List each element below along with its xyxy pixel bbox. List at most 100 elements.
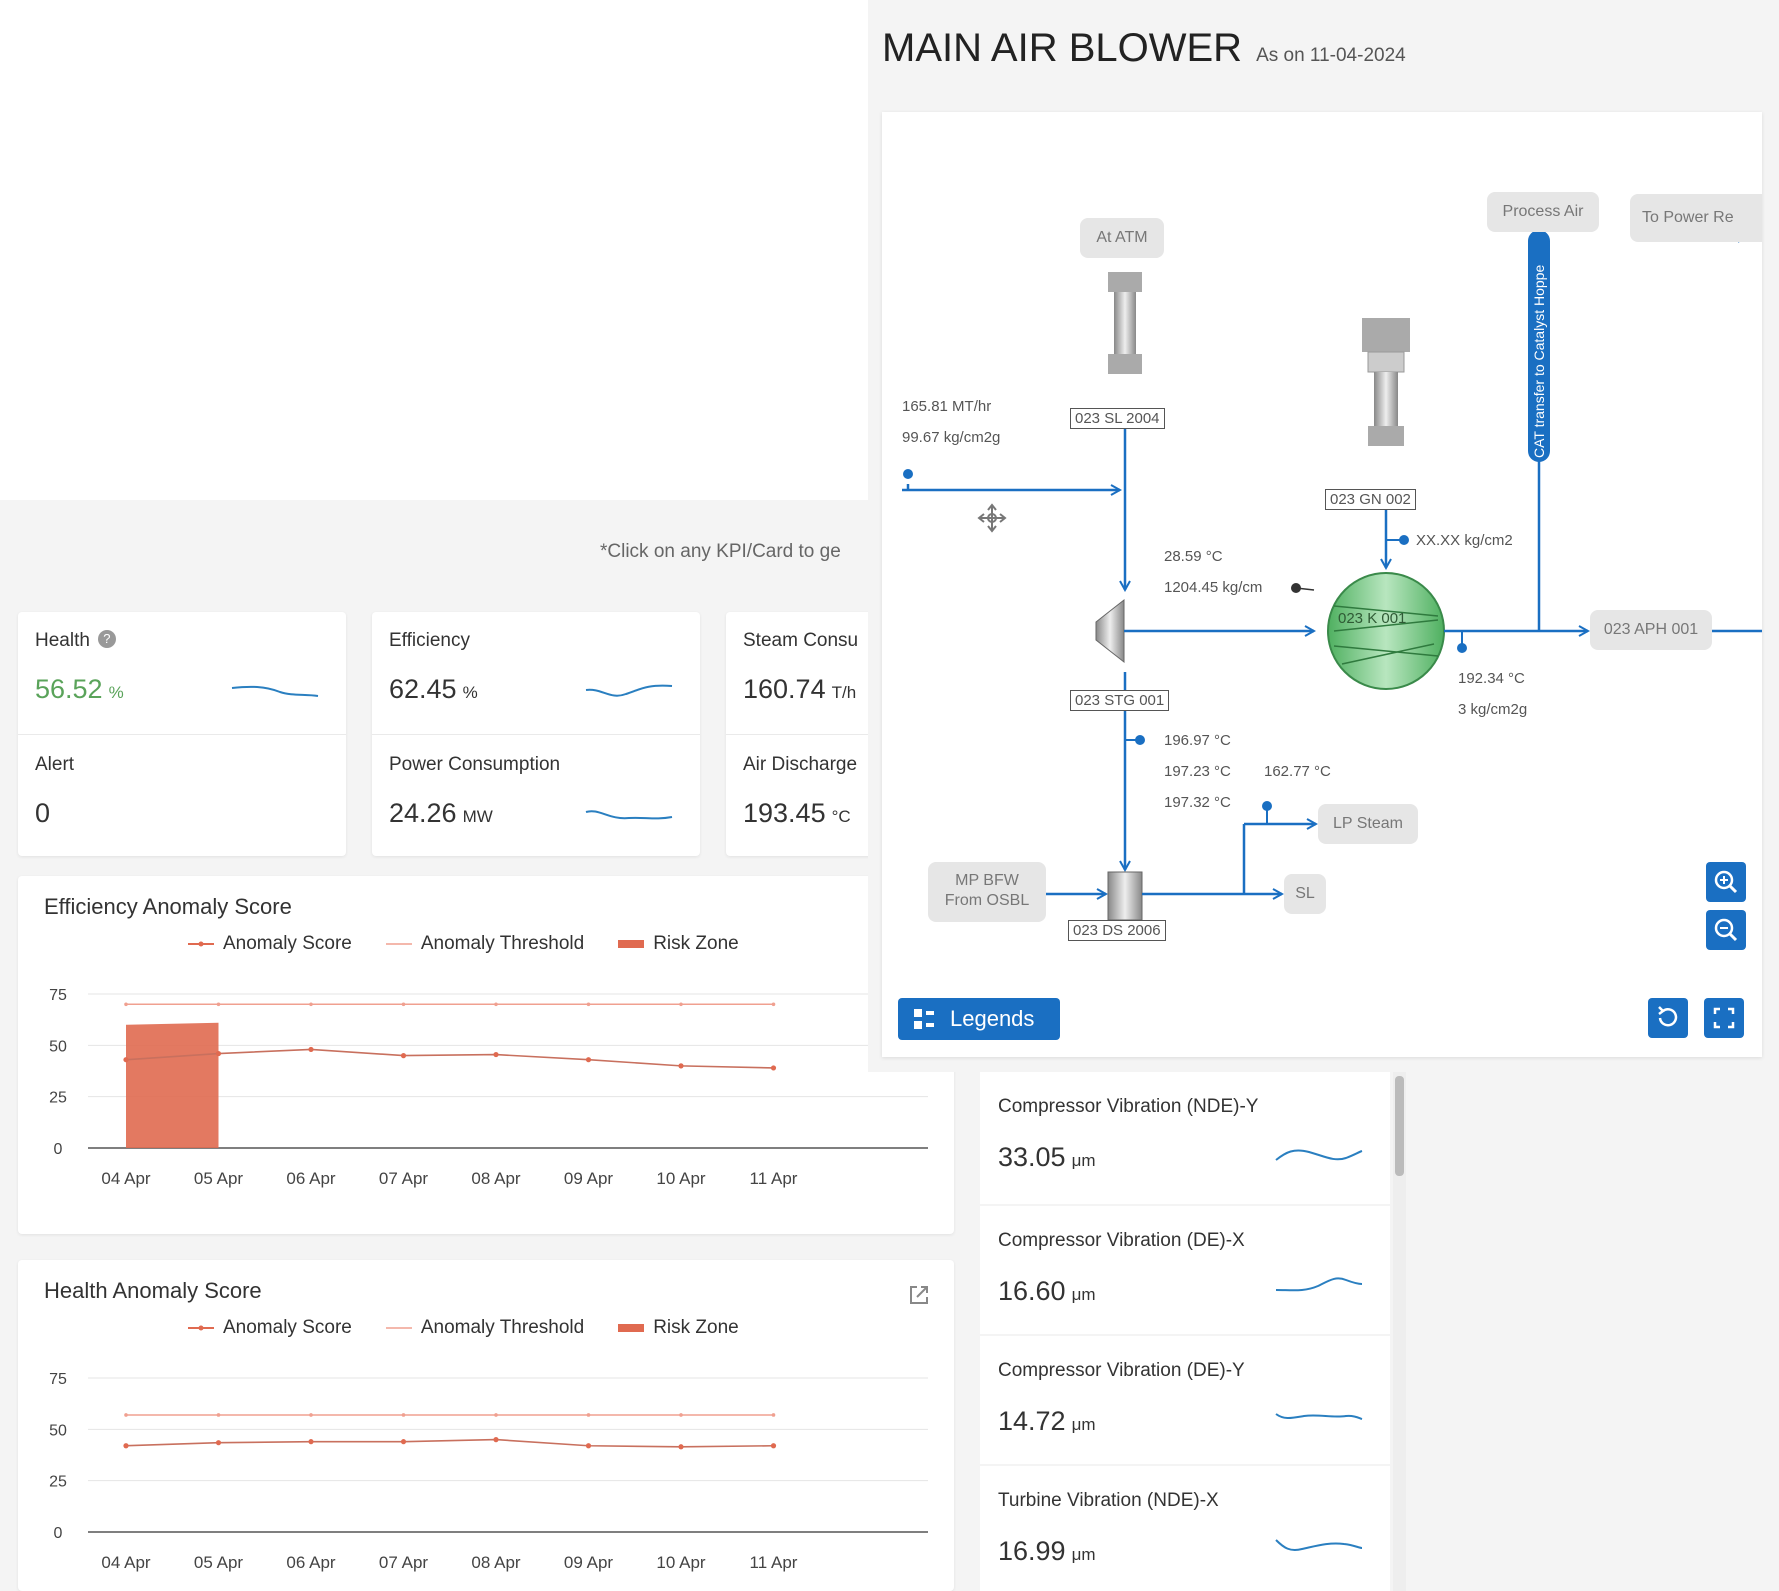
kpi-hint-text: *Click on any KPI/Card to ge	[600, 541, 841, 562]
scroll-thumb[interactable]	[1395, 1076, 1404, 1176]
kpi-card-efficiency-power[interactable]: Efficiency 62.45% Power Consumption 24.2…	[372, 612, 700, 856]
anomaly-score-point	[770, 1065, 777, 1071]
vibration-value: 33.05 μm	[998, 1142, 1096, 1172]
x-tick-label: 06 Apr	[286, 1553, 335, 1572]
anomaly-score-point	[400, 1439, 407, 1445]
vibration-card[interactable]: Compressor Vibration (DE)-Y 14.72 μm	[980, 1336, 1390, 1464]
external-link-icon[interactable]	[908, 1284, 930, 1306]
reset-view-button[interactable]	[1648, 998, 1688, 1038]
x-tick-label: 11 Apr	[750, 1553, 798, 1572]
threshold-point	[586, 1002, 591, 1007]
kpi-title-alert: Alert	[35, 754, 75, 775]
steam-temp-3: 197.32 °C	[1164, 794, 1231, 811]
vibration-card[interactable]: Turbine Vibration (NDE)-X 16.99 μm	[980, 1466, 1390, 1591]
risk-zone-area	[126, 1022, 219, 1148]
anomaly-score-point	[678, 1063, 684, 1069]
anomaly-score-line	[125, 1048, 774, 1069]
anomaly-score-point	[215, 1050, 222, 1057]
anomaly-score-point	[585, 1443, 592, 1449]
x-tick-label: 11 Apr	[750, 1169, 798, 1188]
efficiency-anomaly-card[interactable]: Efficiency Anomaly Score Anomaly Score A…	[18, 876, 954, 1234]
anomaly-score-point	[308, 1439, 314, 1445]
vibration-scrollbar[interactable]	[1393, 1072, 1406, 1591]
move-icon	[977, 503, 1007, 533]
y-tick-label: 25	[49, 1090, 67, 1107]
threshold-point	[124, 1002, 128, 1007]
tag-sl-2004[interactable]: 023 SL 2004	[1070, 408, 1165, 429]
legend-swatch-threshold	[385, 943, 412, 945]
anomaly-score-point	[308, 1046, 314, 1053]
x-tick-label: 04 Apr	[101, 1169, 150, 1188]
x-tick-label: 10 Apr	[656, 1553, 705, 1572]
anomaly-score-point	[770, 1443, 777, 1449]
y-tick-label: 50	[49, 1422, 67, 1439]
anomaly-score-point	[493, 1437, 499, 1443]
tag-stg-001[interactable]: 023 STG 001	[1070, 690, 1170, 711]
process-diagram[interactable]: CAT transfer to Catalyst Hoppe At ATM Pr…	[882, 112, 1762, 1057]
tag-k-001[interactable]: 023 K 001	[1338, 610, 1406, 627]
y-tick-label: 0	[54, 1141, 63, 1158]
threshold-point	[771, 1002, 776, 1007]
kpi-card-steam-air[interactable]: Steam Consu 160.74 T/h Air Discharge 193.…	[726, 612, 876, 856]
tag-gn-002[interactable]: 023 GN 002	[1325, 489, 1416, 510]
health-chart-plot: 0 25 50 75 04 Apr 05 Apr 06 Apr 07 Apr 08 Apr 09 …	[49, 1371, 928, 1572]
steam-temp-4: 162.77 °C	[1264, 763, 1331, 780]
zoom-out-button[interactable]	[1706, 910, 1746, 950]
page-title: MAIN AIR BLOWER As on 11-04-2024	[882, 26, 1406, 70]
divider	[726, 734, 876, 735]
anomaly-score-point	[400, 1053, 407, 1059]
y-tick-label: 75	[49, 987, 67, 1004]
x-tick-label: 07 Apr	[379, 1553, 428, 1572]
anomaly-score-point	[678, 1444, 684, 1450]
x-tick-label: 04 Apr	[101, 1553, 150, 1572]
kpi-title-power: Power Consumption	[389, 754, 561, 775]
zoom-in-button[interactable]	[1706, 862, 1746, 902]
kpi-title-steam: Steam Consu	[743, 630, 859, 651]
outlet-pressure-label: 3 kg/cm2g	[1458, 701, 1528, 718]
kpi-value-health: 56.52%	[35, 674, 124, 704]
compressor-temp-label: 28.59 °C	[1164, 548, 1223, 565]
kpi-value-efficiency: 62.45%	[389, 674, 478, 704]
x-tick-label: 07 Apr	[379, 1169, 428, 1188]
kpi-card-health-alert[interactable]: Health? 56.52% Alert 0	[18, 612, 346, 856]
node-power-re[interactable]: To Power Re	[1630, 194, 1762, 242]
vibration-card[interactable]: Compressor Vibration (DE)-X 16.60 μm	[980, 1206, 1390, 1334]
legend-anomaly-score[interactable]: Anomaly Score	[188, 933, 352, 955]
node-aph-001[interactable]: 023 APH 001	[1590, 610, 1712, 650]
threshold-point	[401, 1002, 406, 1007]
threshold-point	[124, 1413, 128, 1417]
legend-list-icon	[914, 1009, 934, 1029]
chart-legend: Anomaly Score Anomaly Threshold Risk Zon…	[188, 933, 739, 955]
node-lp-steam[interactable]: LP Steam	[1318, 804, 1418, 844]
legend-swatch-risk	[618, 940, 645, 948]
legend-anomaly-threshold[interactable]: Anomaly Threshold	[385, 933, 584, 955]
legend-swatch-score	[188, 941, 214, 947]
health-anomaly-card[interactable]: Health Anomaly Score Anomaly Score Anoma…	[18, 1260, 954, 1591]
threshold-point	[771, 1413, 776, 1417]
kpi-value-power: 24.26 MW	[389, 798, 493, 828]
threshold-point	[494, 1413, 498, 1417]
legends-button[interactable]: Legends	[898, 998, 1060, 1040]
legend-risk-zone[interactable]: Risk Zone	[618, 933, 739, 955]
node-sl[interactable]: SL	[1284, 874, 1326, 914]
tag-ds-2006[interactable]: 023 DS 2006	[1068, 920, 1166, 941]
threshold-point	[586, 1413, 591, 1417]
vibration-card[interactable]: Compressor Vibration (NDE)-Y 33.05 μm	[980, 1072, 1390, 1204]
legend-risk-zone[interactable]: Risk Zone	[618, 1317, 739, 1339]
legend-anomaly-score[interactable]: Anomaly Score	[188, 1317, 352, 1339]
node-process-air[interactable]: Process Air	[1487, 192, 1599, 232]
cat-transfer-label: CAT transfer to Catalyst Hoppe	[1531, 265, 1547, 458]
node-at-atm[interactable]: At ATM	[1080, 218, 1164, 258]
legend-anomaly-threshold[interactable]: Anomaly Threshold	[385, 1317, 584, 1339]
fullscreen-button[interactable]	[1704, 998, 1744, 1038]
x-tick-label: 08 Apr	[471, 1553, 520, 1572]
vibration-sparkline	[1275, 1277, 1363, 1292]
legends-label: Legends	[950, 1006, 1035, 1031]
node-mp-bfw[interactable]: MP BFW From OSBL	[928, 862, 1046, 922]
anomaly-score-point	[493, 1051, 499, 1058]
y-tick-label: 25	[49, 1474, 67, 1491]
fullscreen-icon	[1713, 1007, 1735, 1029]
vibration-title: Compressor Vibration (NDE)-Y	[998, 1096, 1259, 1117]
help-icon[interactable]: ?	[97, 630, 116, 648]
vibration-value: 16.99 μm	[998, 1536, 1096, 1566]
